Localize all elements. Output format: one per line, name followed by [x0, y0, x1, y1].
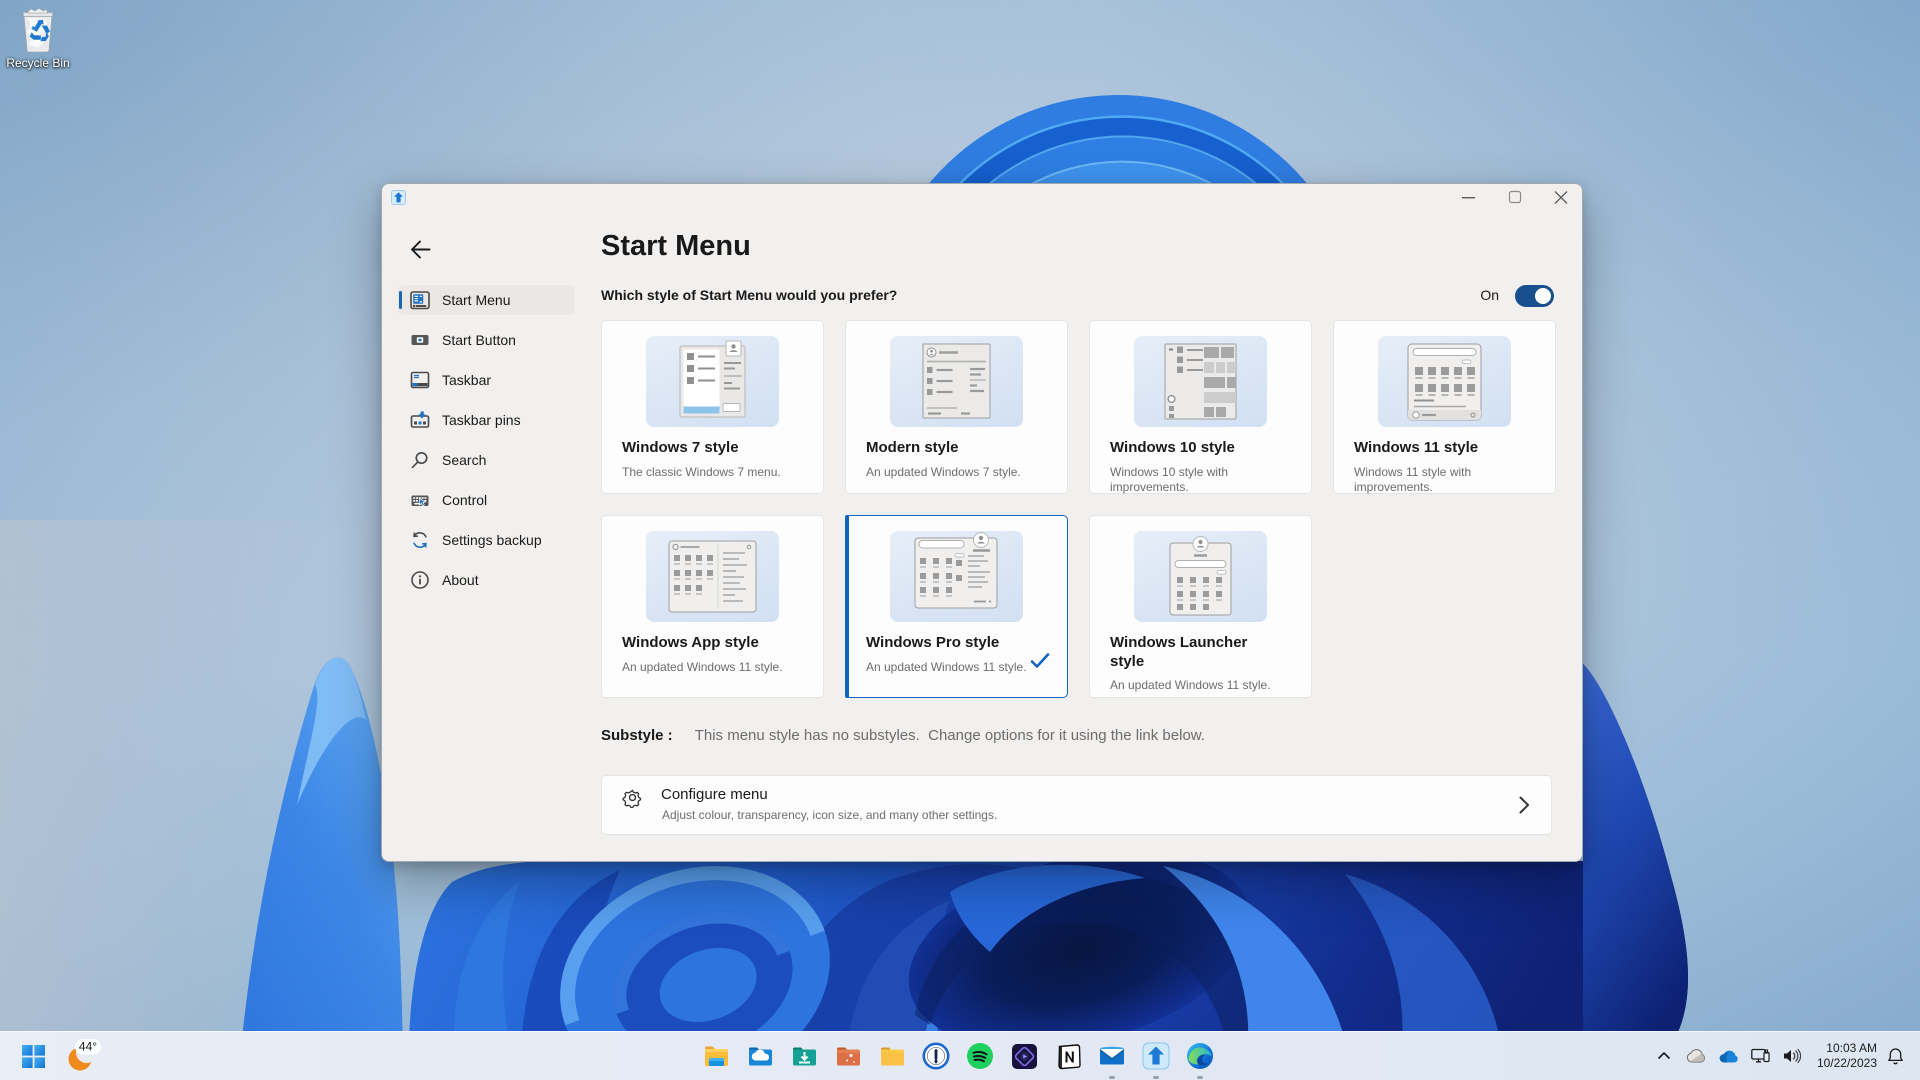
svg-text:44°: 44°: [79, 1040, 97, 1054]
